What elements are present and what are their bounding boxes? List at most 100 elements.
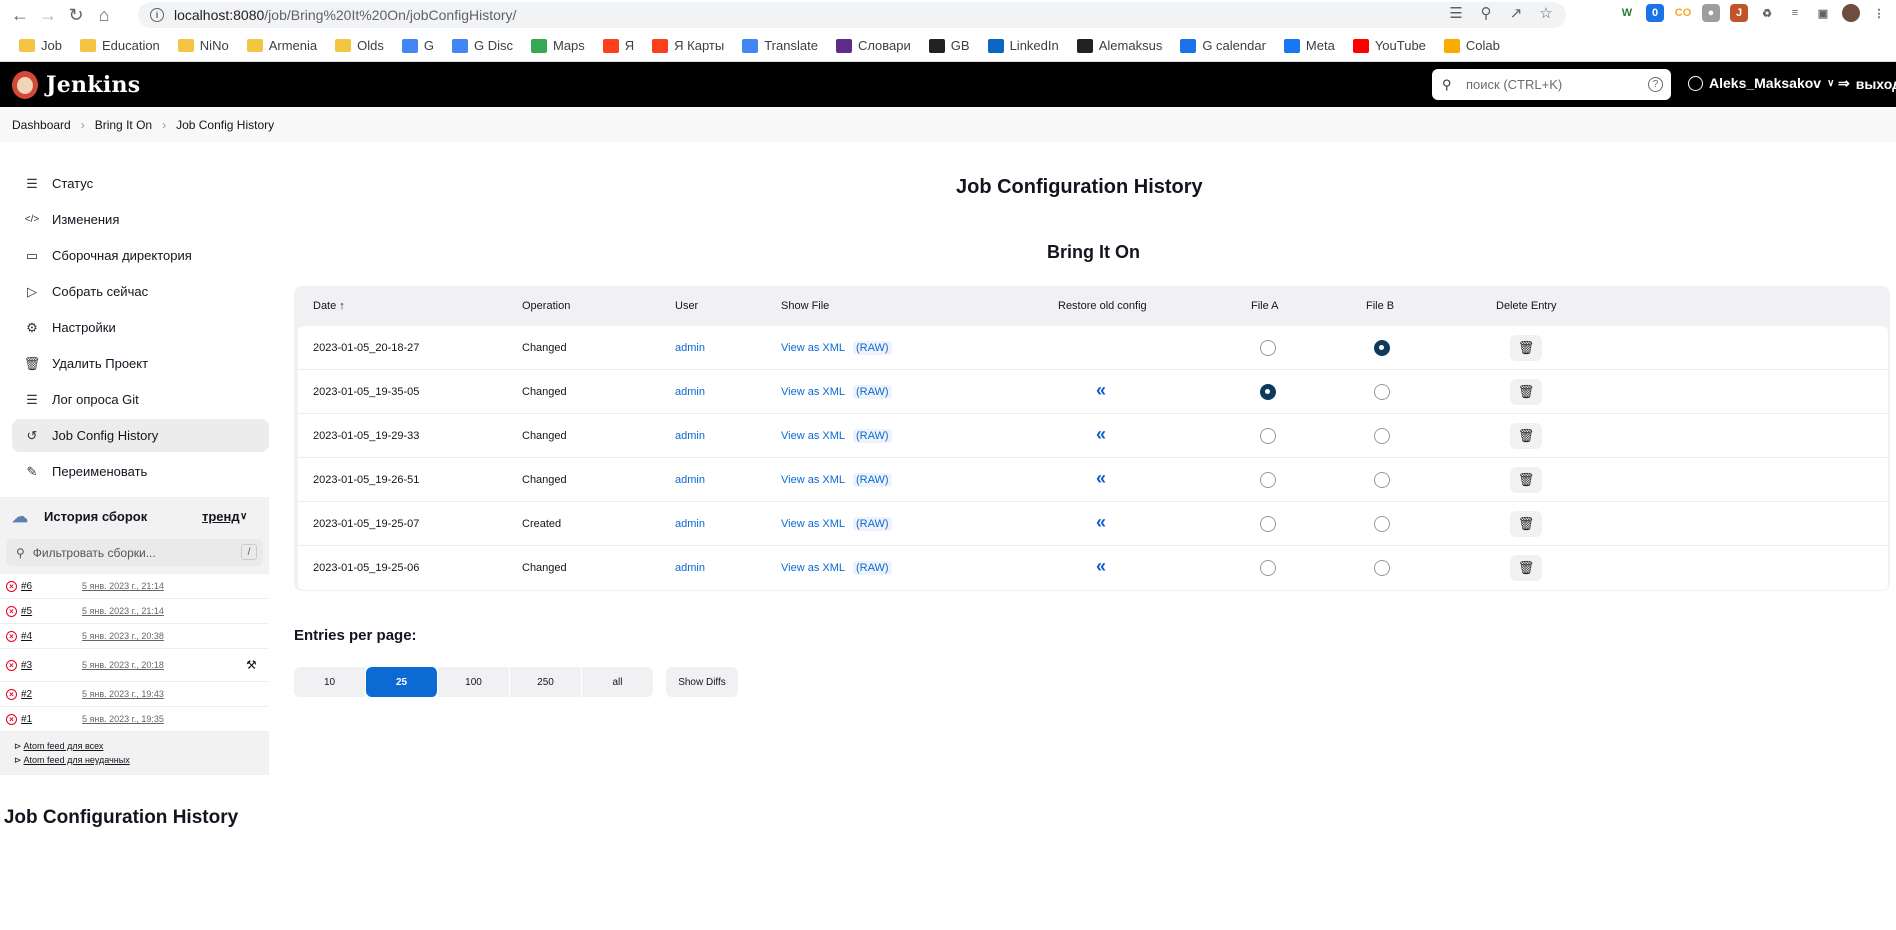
view-xml-link[interactable]: View as XML xyxy=(781,342,845,354)
breadcrumb-job[interactable]: Bring It On xyxy=(95,118,152,132)
sidebar-item-6[interactable]: ☰ Лог опроса Git xyxy=(12,383,269,416)
page-size-all-button[interactable]: all xyxy=(582,667,654,697)
user-link[interactable]: admin xyxy=(675,342,705,354)
view-xml-link[interactable]: View as XML xyxy=(781,562,845,574)
reload-icon[interactable]: ↻ xyxy=(62,1,90,29)
sidebar-item-3[interactable]: ▷ Собрать сейчас xyxy=(12,275,269,308)
translate-page-icon[interactable]: ☰ xyxy=(1448,6,1464,22)
build-number-link[interactable]: #1 xyxy=(21,714,32,725)
build-number-link[interactable]: #2 xyxy=(21,689,32,700)
sidebar-item-4[interactable]: ⚙ Настройки xyxy=(12,311,269,344)
bookmark-item[interactable]: LinkedIn xyxy=(979,32,1068,60)
sidebar-item-8[interactable]: ✎ Переименовать xyxy=(12,455,269,488)
bookmark-item[interactable]: G Disc xyxy=(443,32,522,60)
extension-jenkins-icon[interactable]: J xyxy=(1730,4,1748,22)
user-link[interactable]: admin xyxy=(675,562,705,574)
sidebar-item-5[interactable]: 🗑 Удалить Проект xyxy=(12,347,269,380)
forward-icon[interactable]: → xyxy=(34,1,62,29)
file-a-radio[interactable] xyxy=(1260,340,1276,356)
build-number-link[interactable]: #5 xyxy=(21,606,32,617)
extension-badge-icon[interactable]: 0 xyxy=(1646,4,1664,22)
restore-config-icon[interactable]: « xyxy=(1096,380,1106,401)
build-number-link[interactable]: #3 xyxy=(21,660,32,671)
console-tool-icon[interactable]: ⚒ xyxy=(246,658,257,672)
feed-all-link[interactable]: Atom feed для всех xyxy=(24,741,104,751)
zoom-icon[interactable]: ⚲ xyxy=(1478,6,1494,22)
bookmark-star-icon[interactable]: ☆ xyxy=(1538,6,1554,22)
build-date-link[interactable]: 5 янв. 2023 г., 19:43 xyxy=(82,689,164,699)
file-b-radio[interactable] xyxy=(1374,472,1390,488)
menu-kebab-icon[interactable]: ⋮ xyxy=(1870,4,1888,22)
file-b-radio[interactable] xyxy=(1374,384,1390,400)
file-a-radio[interactable] xyxy=(1260,472,1276,488)
bookmark-item[interactable]: Colab xyxy=(1435,32,1509,60)
bookmark-item[interactable]: G xyxy=(393,32,443,60)
page-size-100-button[interactable]: 100 xyxy=(438,667,510,697)
bookmark-item[interactable]: Armenia xyxy=(238,32,326,60)
file-a-radio[interactable] xyxy=(1260,384,1276,400)
file-b-radio[interactable] xyxy=(1374,516,1390,532)
sidebar-item-1[interactable]: </> Изменения xyxy=(12,203,269,236)
file-b-radio[interactable] xyxy=(1374,560,1390,576)
file-a-radio[interactable] xyxy=(1260,428,1276,444)
breadcrumb-dashboard[interactable]: Dashboard xyxy=(12,118,71,132)
logout-link[interactable]: ⇒ выход xyxy=(1838,75,1896,92)
chevron-down-icon[interactable]: ∨ xyxy=(240,511,247,522)
file-b-radio[interactable] xyxy=(1374,428,1390,444)
delete-entry-button[interactable]: 🗑 xyxy=(1510,379,1542,405)
trend-link[interactable]: тренд xyxy=(202,509,240,524)
bookmark-item[interactable]: YouTube xyxy=(1344,32,1435,60)
sidebar-item-7[interactable]: ↺ Job Config History xyxy=(12,419,269,452)
user-link[interactable]: admin xyxy=(675,474,705,486)
show-diffs-button[interactable]: Show Diffs xyxy=(666,667,738,697)
delete-entry-button[interactable]: 🗑 xyxy=(1510,423,1542,449)
file-a-radio[interactable] xyxy=(1260,560,1276,576)
bookmark-item[interactable]: Maps xyxy=(522,32,594,60)
build-date-link[interactable]: 5 янв. 2023 г., 21:14 xyxy=(82,606,164,616)
file-b-radio[interactable] xyxy=(1374,340,1390,356)
share-icon[interactable]: ↗ xyxy=(1508,6,1524,22)
view-raw-link[interactable]: (RAW) xyxy=(853,429,892,443)
view-raw-link[interactable]: (RAW) xyxy=(853,341,892,355)
build-date-link[interactable]: 5 янв. 2023 г., 21:14 xyxy=(82,581,164,591)
view-raw-link[interactable]: (RAW) xyxy=(853,561,892,575)
user-link[interactable]: admin xyxy=(675,386,705,398)
puzzle-icon[interactable]: ♻ xyxy=(1758,4,1776,22)
breadcrumb-config-history[interactable]: Job Config History xyxy=(176,118,274,132)
bookmark-item[interactable]: Education xyxy=(71,32,169,60)
jenkins-home-link[interactable]: Jenkins xyxy=(0,70,140,99)
view-raw-link[interactable]: (RAW) xyxy=(853,385,892,399)
view-raw-link[interactable]: (RAW) xyxy=(853,473,892,487)
bookmark-item[interactable]: Translate xyxy=(733,32,827,60)
side-panel-icon[interactable]: ▣ xyxy=(1814,4,1832,22)
user-link[interactable]: admin xyxy=(675,518,705,530)
bookmark-item[interactable]: GB xyxy=(920,32,979,60)
restore-config-icon[interactable]: « xyxy=(1096,424,1106,445)
profile-avatar-icon[interactable] xyxy=(1842,4,1860,22)
build-filter-input[interactable]: ⚲ Фильтровать сборки... / xyxy=(6,539,263,566)
bookmark-item[interactable]: G calendar xyxy=(1171,32,1275,60)
sidebar-item-0[interactable]: ☰ Статус xyxy=(12,167,269,200)
bookmark-item[interactable]: Словари xyxy=(827,32,920,60)
view-xml-link[interactable]: View as XML xyxy=(781,430,845,442)
restore-config-icon[interactable]: « xyxy=(1096,512,1106,533)
address-bar[interactable]: i localhost:8080/job/Bring%20It%20On/job… xyxy=(138,2,1566,28)
delete-entry-button[interactable]: 🗑 xyxy=(1510,511,1542,537)
build-date-link[interactable]: 5 янв. 2023 г., 20:18 xyxy=(82,660,164,670)
bookmark-item[interactable]: Alemaksus xyxy=(1068,32,1172,60)
delete-entry-button[interactable]: 🗑 xyxy=(1510,467,1542,493)
build-number-link[interactable]: #4 xyxy=(21,631,32,642)
view-xml-link[interactable]: View as XML xyxy=(781,474,845,486)
page-size-250-button[interactable]: 250 xyxy=(510,667,582,697)
bookmark-item[interactable]: Meta xyxy=(1275,32,1344,60)
view-xml-link[interactable]: View as XML xyxy=(781,518,845,530)
view-xml-link[interactable]: View as XML xyxy=(781,386,845,398)
bookmark-item[interactable]: Job xyxy=(10,32,71,60)
bookmark-item[interactable]: NiNo xyxy=(169,32,238,60)
search-input[interactable]: поиск (CTRL+K) xyxy=(1466,77,1562,92)
bookmark-item[interactable]: Я Карты xyxy=(643,32,733,60)
extension-co-icon[interactable]: CO xyxy=(1674,4,1692,22)
restore-config-icon[interactable]: « xyxy=(1096,468,1106,489)
bookmark-item[interactable]: Olds xyxy=(326,32,393,60)
site-info-icon[interactable]: i xyxy=(150,8,164,22)
